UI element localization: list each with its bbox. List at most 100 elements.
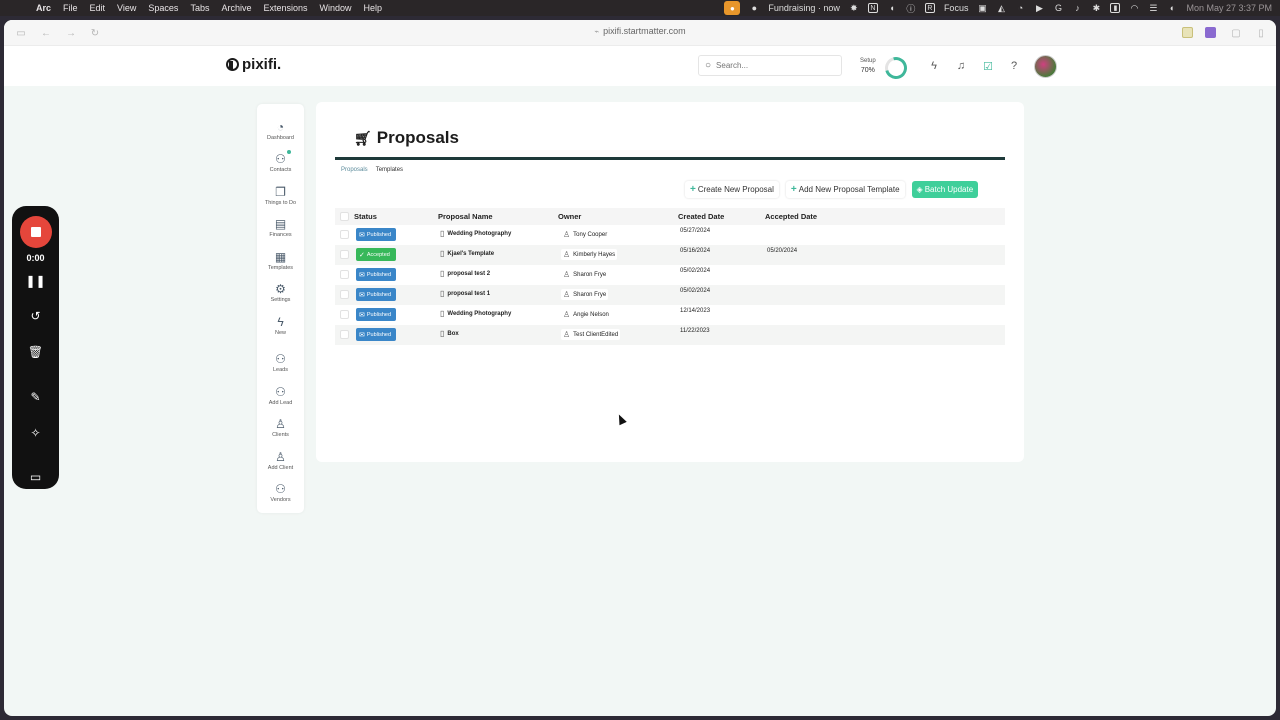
volume-icon[interactable]: ♪ xyxy=(1072,3,1082,13)
column-header-status[interactable]: Status xyxy=(354,212,377,221)
add-proposal-template-button[interactable]: + Add New Proposal Template xyxy=(785,181,905,198)
sidebar-item-contacts[interactable]: ⚇ Contacts xyxy=(257,152,304,174)
row-checkbox[interactable] xyxy=(340,270,349,279)
owner-chip[interactable]: ♙ Tony Cooper xyxy=(561,229,610,240)
setup-progress-ring[interactable] xyxy=(880,52,912,84)
row-checkbox[interactable] xyxy=(340,250,349,259)
media-icon[interactable]: ◖ xyxy=(887,3,897,13)
tray-icon[interactable]: ▣ xyxy=(977,3,987,13)
sun-icon[interactable]: ✸ xyxy=(849,3,859,13)
menu-extensions[interactable]: Extensions xyxy=(263,3,307,13)
setup-progress-text[interactable]: Setup 70% xyxy=(860,57,876,75)
copy-link-icon[interactable]: ▢ xyxy=(1229,26,1243,40)
menu-file[interactable]: File xyxy=(63,3,78,13)
sidebar-item-settings[interactable]: ⚙ Settings xyxy=(257,282,304,304)
control-center-icon[interactable]: ☰ xyxy=(1148,3,1158,13)
search-box[interactable]: ○ xyxy=(698,55,842,76)
column-header-proposal-name[interactable]: Proposal Name xyxy=(438,212,493,221)
table-row[interactable]: ✉ Published ▯ Box ♙ Test ClientEdited 11/22… xyxy=(335,325,1005,345)
sidebar-item-new[interactable]: ϟ New xyxy=(257,315,304,337)
proposal-name-link[interactable]: ▯ Box xyxy=(440,329,459,338)
tasks-check-icon[interactable]: ☑ xyxy=(981,59,995,73)
focus-icon[interactable]: R xyxy=(924,3,935,13)
sidebar-item-leads[interactable]: ⚇ Leads xyxy=(257,352,304,374)
pixifi-logo[interactable]: pixifi. xyxy=(226,56,281,73)
proposal-name-link[interactable]: ▯ Kjael's Template xyxy=(440,249,494,258)
sidebar-item-add-client[interactable]: ♙ Add Client xyxy=(257,450,304,472)
lightning-icon[interactable]: ϟ xyxy=(927,59,941,73)
user-avatar[interactable] xyxy=(1034,55,1057,78)
row-checkbox[interactable] xyxy=(340,230,349,239)
select-all-checkbox[interactable] xyxy=(340,212,349,221)
proposal-name-link[interactable]: ▯ Wedding Photography xyxy=(440,309,511,318)
table-row[interactable]: ✉ Published ▯ proposal test 1 ♙ Sharon Frye… xyxy=(335,285,1005,305)
notion-icon[interactable]: N xyxy=(867,3,878,13)
menu-spaces[interactable]: Spaces xyxy=(148,3,178,13)
owner-chip[interactable]: ♙ Sharon Frye xyxy=(561,289,609,300)
column-header-accepted-date[interactable]: Accepted Date xyxy=(765,212,817,221)
row-checkbox[interactable] xyxy=(340,330,349,339)
table-row[interactable]: ✉ Published ▯ Wedding Photography ♙ Tony Co… xyxy=(335,225,1005,245)
pause-icon[interactable]: ❚❚ xyxy=(12,274,59,288)
chat-bubble-icon[interactable]: ● xyxy=(749,3,759,13)
sidebar-item-dashboard[interactable]: ◔ Dashboard xyxy=(257,120,304,142)
menu-archive[interactable]: Archive xyxy=(221,3,251,13)
focus-label[interactable]: Focus xyxy=(944,3,969,13)
sidebar-item-things-to-do[interactable]: ❐ Things to Do xyxy=(257,185,304,207)
play-circle-icon[interactable]: ▶ xyxy=(1034,3,1044,13)
camera-icon[interactable]: ▭ xyxy=(12,470,59,484)
bell-icon[interactable]: ♫ xyxy=(954,59,968,73)
microphone-icon[interactable]: ● xyxy=(724,1,741,15)
menu-tabs[interactable]: Tabs xyxy=(190,3,209,13)
menu-edit[interactable]: Edit xyxy=(90,3,106,13)
proposal-name-link[interactable]: ▯ proposal test 2 xyxy=(440,269,490,278)
help-icon[interactable]: ? xyxy=(1007,59,1021,73)
extension-purple-icon[interactable] xyxy=(1205,27,1216,38)
breadcrumb-proposals[interactable]: Proposals xyxy=(341,167,368,173)
owner-chip[interactable]: ♙ Test ClientEdited xyxy=(561,329,621,340)
table-row[interactable]: ✉ Published ▯ Wedding Photography ♙ Angie N… xyxy=(335,305,1005,325)
menu-help[interactable]: Help xyxy=(364,3,383,13)
breadcrumb-templates[interactable]: Templates xyxy=(376,167,403,173)
menu-view[interactable]: View xyxy=(117,3,136,13)
menu-bar-clock[interactable]: Mon May 27 3:37 PM xyxy=(1186,3,1272,13)
sidebar-item-vendors[interactable]: ⚇ Vendors xyxy=(257,482,304,504)
sidebar-item-clients[interactable]: ♙ Clients xyxy=(257,417,304,439)
owner-chip[interactable]: ♙ Kimberly Hayes xyxy=(561,249,618,260)
menu-window[interactable]: Window xyxy=(320,3,352,13)
g-icon[interactable]: G xyxy=(1053,3,1063,13)
table-row[interactable]: ✉ Published ▯ proposal test 2 ♙ Sharon Frye… xyxy=(335,265,1005,285)
proposal-name-link[interactable]: ▯ Wedding Photography xyxy=(440,229,511,238)
search-input[interactable] xyxy=(716,61,827,70)
trash-icon[interactable]: 🗑︎ xyxy=(12,345,59,359)
stop-recording-button[interactable] xyxy=(20,216,52,248)
pencil-icon[interactable]: ✎ xyxy=(12,390,59,404)
bluetooth-icon[interactable]: ✱ xyxy=(1091,3,1101,13)
proposal-name-link[interactable]: ▯ proposal test 1 xyxy=(440,289,490,298)
status-calendar-text[interactable]: Fundraising · now xyxy=(768,3,840,13)
restart-icon[interactable]: ↺ xyxy=(12,309,59,323)
menu-arc[interactable]: Arc xyxy=(36,3,51,13)
info-circle-icon[interactable]: ⓘ xyxy=(906,3,916,14)
sidebar-item-add-lead[interactable]: ⚇ Add Lead xyxy=(257,385,304,407)
drive-icon[interactable]: ◭ xyxy=(996,3,1006,13)
row-checkbox[interactable] xyxy=(340,290,349,299)
table-row[interactable]: ✓ Accepted ▯ Kjael's Template ♙ Kimberly Ha… xyxy=(335,245,1005,265)
create-new-proposal-button[interactable]: + Create New Proposal xyxy=(685,181,779,198)
batch-update-button[interactable]: ◈ Batch Update xyxy=(911,181,979,198)
column-header-created-date[interactable]: Created Date xyxy=(678,212,724,221)
owner-chip[interactable]: ♙ Sharon Frye xyxy=(561,269,609,280)
column-header-owner[interactable]: Owner xyxy=(558,212,581,221)
extension-r-icon[interactable] xyxy=(1182,27,1193,38)
row-checkbox[interactable] xyxy=(340,310,349,319)
sidebar-item-finances[interactable]: ▤ Finances xyxy=(257,217,304,239)
battery-icon[interactable]: ▮ xyxy=(1110,3,1121,13)
magic-wand-icon[interactable]: ✧ xyxy=(12,426,59,440)
rss-icon[interactable]: ◔ xyxy=(1015,3,1025,13)
sidebar-item-templates[interactable]: ▦ Templates xyxy=(257,250,304,272)
address-bar[interactable]: ⌁ pixifi.startmatter.com xyxy=(4,26,1276,36)
owner-chip[interactable]: ♙ Angie Nelson xyxy=(561,309,611,320)
wifi-icon[interactable]: ◠ xyxy=(1129,3,1139,13)
user-switch-icon[interactable]: ◐ xyxy=(1167,3,1177,13)
split-view-icon[interactable]: ▯ xyxy=(1254,26,1268,40)
